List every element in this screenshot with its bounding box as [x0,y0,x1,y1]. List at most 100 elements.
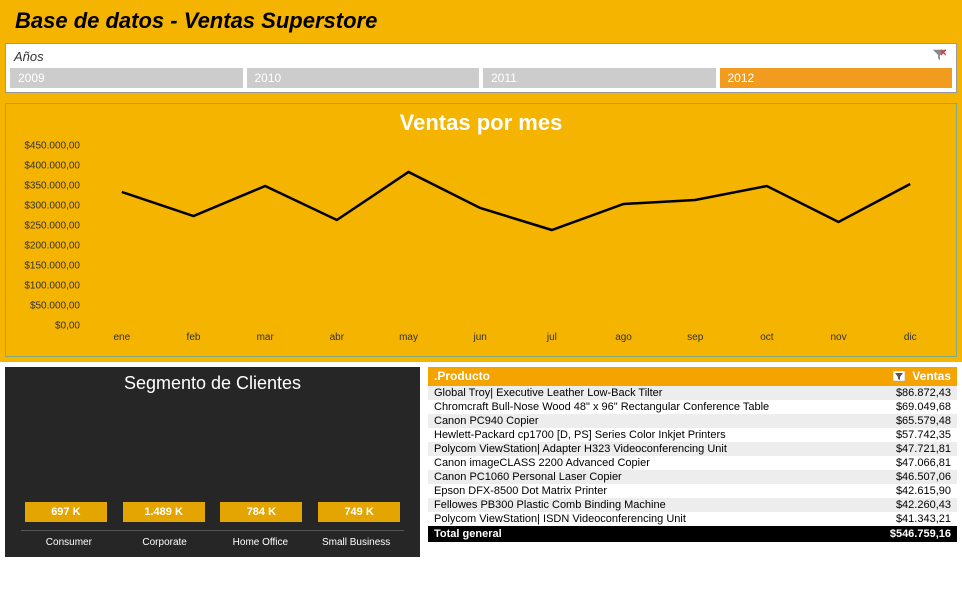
x-tick: feb [158,332,230,343]
bar-value-label: 749 K [340,502,377,522]
y-tick: $50.000,00 [30,301,80,312]
table-row[interactable]: Chromcraft Bull-Nose Wood 48" x 96" Rect… [428,400,957,414]
bar[interactable]: 784 K [220,502,302,522]
cell-product: Canon PC1060 Personal Laser Copier [428,470,865,484]
bar[interactable]: 697 K [25,502,107,522]
cell-product: Polycom ViewStation| Adapter H323 Videoc… [428,442,865,456]
col-header-sales[interactable]: Ventas [865,367,957,386]
bottom-row: Segmento de Clientes 697 K 1.489 K 784 K 74… [0,362,962,562]
table-row[interactable]: Canon imageCLASS 2200 Advanced Copier$47… [428,456,957,470]
cell-product: Hewlett-Packard cp1700 [D, PS] Series Co… [428,428,865,442]
bar-value-label: 697 K [47,502,84,522]
x-axis-labels: enefebmarabrmayjunjulagosepoctnovdic [86,332,946,343]
cell-sales: $69.049,68 [865,400,957,414]
cell-product: Canon imageCLASS 2200 Advanced Copier [428,456,865,470]
bar[interactable]: 749 K [318,502,400,522]
line-chart-svg [86,146,946,326]
cell-product: Chromcraft Bull-Nose Wood 48" x 96" Rect… [428,400,865,414]
cell-sales: $57.742,35 [865,428,957,442]
y-tick: $400.000,00 [24,161,80,172]
product-table-body: Global Troy| Executive Leather Low-Back … [428,386,957,526]
cell-product: Global Troy| Executive Leather Low-Back … [428,386,865,400]
table-row[interactable]: Polycom ViewStation| Adapter H323 Videoc… [428,442,957,456]
slicer-header: Años [10,48,952,68]
table-row[interactable]: Hewlett-Packard cp1700 [D, PS] Series Co… [428,428,957,442]
filter-icon[interactable] [893,370,905,384]
y-tick: $0,00 [55,321,80,332]
cell-sales: $47.066,81 [865,456,957,470]
cell-product: Canon PC940 Copier [428,414,865,428]
bar-value-label: 784 K [243,502,280,522]
bar[interactable]: 1.489 K [123,502,205,522]
segment-captions: ConsumerCorporateHome OfficeSmall Busine… [15,522,410,548]
bar-category-label: Small Business [308,530,404,548]
slicer-label: Años [14,49,44,64]
x-tick: ago [588,332,660,343]
bar-value-label: 1.489 K [140,502,187,522]
x-tick: may [373,332,445,343]
cell-sales: $42.615,90 [865,484,957,498]
page-title: Base de datos - Ventas Superstore [15,8,377,33]
product-table: .Producto Ventas Global Troy| Executive … [428,367,957,542]
cell-product: Polycom ViewStation| ISDN Videoconferenc… [428,512,865,526]
y-tick: $300.000,00 [24,201,80,212]
line-chart-panel: Ventas por mes $0,00 $50.000,00 $100.000,0… [5,103,957,357]
bar-col: 1.489 K [119,502,209,522]
cell-sales: $86.872,43 [865,386,957,400]
x-tick: nov [803,332,875,343]
col-header-product[interactable]: .Producto [428,367,865,386]
x-tick: jul [516,332,588,343]
segment-panel: Segmento de Clientes 697 K 1.489 K 784 K 74… [5,367,420,557]
line-chart-plot [86,146,946,326]
y-tick: $250.000,00 [24,221,80,232]
total-value: $546.759,16 [865,526,957,542]
slicer-item-2012[interactable]: 2012 [720,68,953,88]
cell-sales: $46.507,06 [865,470,957,484]
year-slicer: Años 2009201020112012 [5,43,957,93]
bar-col: 697 K [21,502,111,522]
table-row[interactable]: Canon PC940 Copier$65.579,48 [428,414,957,428]
x-tick: dic [874,332,946,343]
y-tick: $450.000,00 [24,141,80,152]
cell-sales: $42.260,43 [865,498,957,512]
x-tick: oct [731,332,803,343]
x-tick: jun [444,332,516,343]
table-row[interactable]: Fellowes PB300 Plastic Comb Binding Mach… [428,498,957,512]
y-tick: $100.000,00 [24,281,80,292]
cell-product: Epson DFX-8500 Dot Matrix Printer [428,484,865,498]
page-header: Base de datos - Ventas Superstore [0,0,962,38]
bar-category-label: Consumer [21,530,117,548]
line-chart-container: Ventas por mes $0,00 $50.000,00 $100.000,0… [0,98,962,362]
cell-sales: $47.721,81 [865,442,957,456]
y-tick: $200.000,00 [24,241,80,252]
slicer-item-2011[interactable]: 2011 [483,68,716,88]
x-tick: ene [86,332,158,343]
bar-col: 749 K [314,502,404,522]
line-chart-title: Ventas por mes [6,104,956,146]
x-tick: abr [301,332,373,343]
cell-sales: $41.343,21 [865,512,957,526]
slicer-item-2010[interactable]: 2010 [247,68,480,88]
cell-product: Fellowes PB300 Plastic Comb Binding Mach… [428,498,865,512]
table-row[interactable]: Canon PC1060 Personal Laser Copier$46.50… [428,470,957,484]
segment-chart-title: Segmento de Clientes [15,373,410,394]
y-tick: $350.000,00 [24,181,80,192]
bar-category-label: Corporate [117,530,213,548]
clear-filter-icon[interactable] [932,48,948,64]
x-tick: mar [229,332,301,343]
total-label: Total general [428,526,865,542]
slicer-items: 2009201020112012 [10,68,952,88]
bar-col: 784 K [217,502,307,522]
y-tick: $150.000,00 [24,261,80,272]
bar-category-label: Home Office [213,530,309,548]
table-row[interactable]: Global Troy| Executive Leather Low-Back … [428,386,957,400]
slicer-container: Años 2009201020112012 [0,38,962,98]
table-row[interactable]: Epson DFX-8500 Dot Matrix Printer$42.615… [428,484,957,498]
slicer-item-2009[interactable]: 2009 [10,68,243,88]
product-table-panel: .Producto Ventas Global Troy| Executive … [428,367,957,557]
segment-bars: 697 K 1.489 K 784 K 749 K [15,400,410,522]
x-tick: sep [659,332,731,343]
cell-sales: $65.579,48 [865,414,957,428]
table-row[interactable]: Polycom ViewStation| ISDN Videoconferenc… [428,512,957,526]
line-chart-area: $0,00 $50.000,00 $100.000,00 $150.000,00 $20… [6,146,956,356]
